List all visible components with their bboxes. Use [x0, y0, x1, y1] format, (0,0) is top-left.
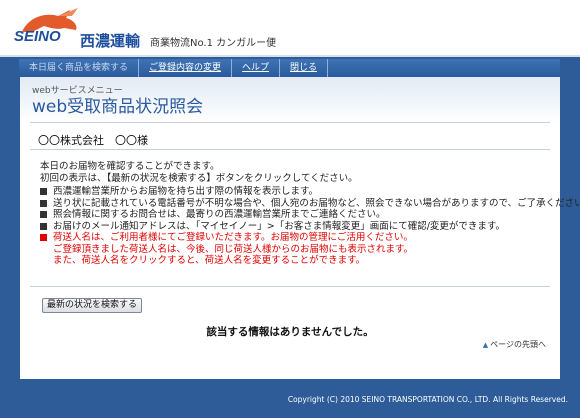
square-bullet-icon — [40, 211, 47, 218]
nav-change-registration[interactable]: ご登録内容の変更 — [139, 59, 233, 77]
header-divider — [0, 55, 580, 57]
nav-close[interactable]: 閉じる — [280, 59, 329, 77]
square-bullet-icon — [40, 188, 47, 195]
company-name: 西濃運輸 — [80, 32, 141, 50]
logo-wordmark[interactable]: SEINO — [14, 28, 61, 45]
site-header: SEINO 西濃運輸 商業物流No.1 カンガルー便 — [0, 0, 580, 57]
panel-header: webサービスメニュー web受取商品状況照会 — [20, 77, 560, 123]
alert-line: また、荷送人名をクリックすると、荷送人名を変更することができます。 — [53, 255, 366, 266]
intro-text: 本日のお届物を確認することができます。 初回の表示は、【最新の状況を検索する】ボ… — [40, 161, 550, 185]
divider — [30, 122, 550, 123]
no-results-message: 該当する情報はありませんでした。 — [206, 326, 374, 338]
intro-line: 初回の表示は、【最新の状況を検索する】ボタンをクリックしてください。 — [40, 173, 358, 184]
list-item: 送り状に記載されている電話番号が不明な場合や、個人宛のお届物など、照会できない場… — [40, 198, 580, 210]
nav-search-today[interactable]: 本日届く商品を検索する — [19, 59, 140, 77]
search-latest-button[interactable]: 最新の状況を検索する — [42, 298, 142, 313]
alert-line: ご登録頂きました荷送人名は、今後、同じ荷送人様からのお届物にも表示されます。 — [53, 243, 414, 255]
square-bullet-icon — [40, 199, 47, 207]
copyright: Copyright (C) 2010 SEINO TRANSPORTATION … — [287, 395, 568, 404]
content-panel: webサービスメニュー web受取商品状況照会 〇〇株式会社 〇〇様 本日のお届… — [20, 77, 580, 379]
page-title: web受取商品状況照会 — [32, 97, 204, 117]
divider — [30, 149, 550, 150]
main-nav: 本日届く商品を検索する ご登録内容の変更 ヘルプ 閉じる — [19, 59, 560, 77]
square-bullet-icon — [40, 222, 47, 230]
list-item: 西濃運輸営業所からお届物を持ち出す際の情報を表示します。 — [40, 186, 552, 198]
arrow-up-icon: ▲ — [482, 341, 489, 349]
notice-list: 西濃運輸営業所からお届物を持ち出す際の情報を表示します。 送り状に記載されている… — [40, 186, 580, 267]
list-item: お届けのメール通知アドレスは、「マイセイノー」>「お客さま情報変更」画面にて確認… — [40, 221, 552, 233]
tagline: 商業物流No.1 カンガルー便 — [150, 38, 277, 49]
square-bullet-icon — [40, 234, 47, 241]
list-item-alert: 荷送人名は、ご利用者様にてご登録いただきます。お届物の管理にご活用ください。 — [40, 232, 552, 244]
nav-help[interactable]: ヘルプ — [232, 59, 281, 77]
list-item: 照会情報に関するお問合せは、最寄りの西濃運輸営業所までご連絡ください。 — [40, 209, 552, 221]
intro-line: 本日のお届物を確認することができます。 — [40, 161, 220, 172]
divider — [30, 286, 550, 287]
back-to-top-link[interactable]: ▲ ページの先頭へ — [483, 339, 546, 350]
user-name: 〇〇株式会社 〇〇様 — [38, 134, 148, 147]
